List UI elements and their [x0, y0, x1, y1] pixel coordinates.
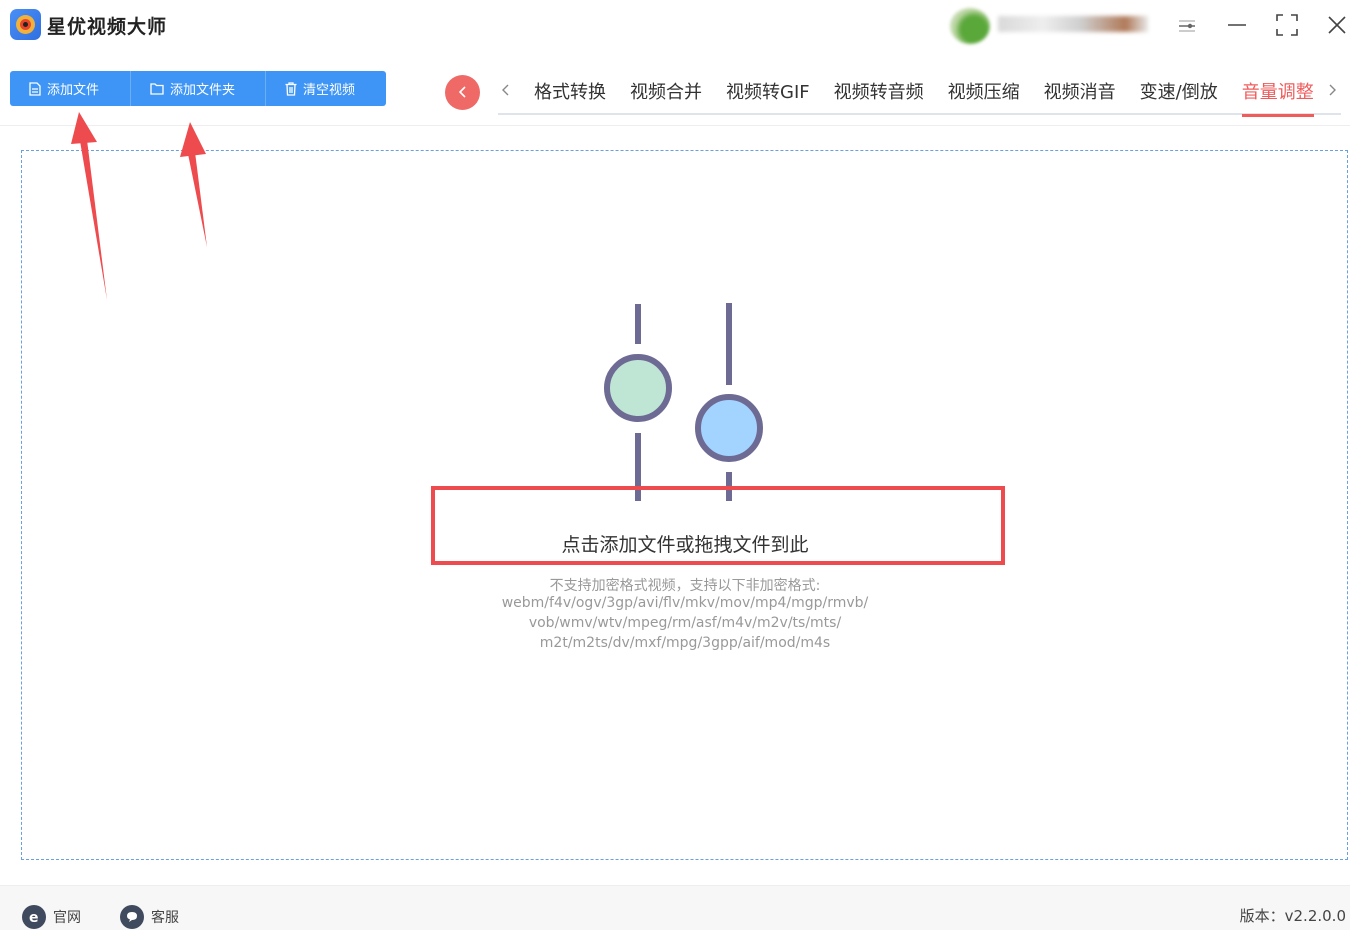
clear-videos-button[interactable]: 清空视频	[266, 71, 386, 106]
format-note: 不支持加密格式视频，支持以下非加密格式:	[549, 578, 821, 594]
clear-videos-label: 清空视频	[303, 83, 356, 98]
app-title: 星优视频大师	[47, 16, 168, 38]
tab-list: 格式转换 视频合并 视频转GIF 视频转音频 视频压缩 视频消音 变速/倒放 音量调整	[522, 70, 1326, 117]
add-folder-button[interactable]: 添加文件夹	[131, 71, 266, 106]
tabs-scroll-left[interactable]	[498, 80, 514, 100]
minimize-icon[interactable]	[1222, 10, 1252, 40]
tab-6[interactable]: 变速/倒放	[1128, 70, 1230, 115]
footer: e 官网 客服 版本：v2.2.0.0	[0, 885, 1350, 930]
close-icon[interactable]	[1322, 10, 1350, 40]
add-file-label: 添加文件	[47, 83, 100, 98]
trash-icon	[285, 81, 297, 96]
chevron-left-icon	[502, 81, 510, 100]
version-label: 版本：v2.2.0.0	[1239, 907, 1346, 925]
drop-prompt[interactable]: 点击添加文件或拖拽文件到此	[0, 530, 1350, 557]
tab-2[interactable]: 视频转GIF	[714, 70, 822, 115]
title-bar: 星优视频大师	[0, 0, 1350, 50]
chevron-right-icon	[1328, 81, 1336, 100]
user-account[interactable]	[950, 6, 1155, 44]
support-label: 客服	[151, 910, 179, 926]
folder-icon	[150, 82, 164, 95]
add-folder-label: 添加文件夹	[170, 83, 236, 98]
svg-text:e: e	[29, 910, 39, 924]
volume-slider-illustration	[604, 303, 763, 501]
settings-icon[interactable]	[1172, 10, 1202, 40]
tab-4[interactable]: 视频压缩	[936, 70, 1032, 115]
file-icon	[29, 81, 41, 96]
tab-1[interactable]: 视频合并	[618, 70, 714, 115]
username-blurred	[998, 16, 1148, 32]
tab-0[interactable]: 格式转换	[522, 70, 618, 115]
header-divider	[0, 125, 1350, 126]
avatar[interactable]	[950, 8, 990, 44]
tabs-scroll-right[interactable]	[1324, 80, 1340, 100]
tab-3[interactable]: 视频转音频	[822, 70, 936, 115]
chevron-left-icon	[458, 83, 468, 102]
collapse-button[interactable]	[445, 75, 480, 110]
website-icon: e	[22, 905, 46, 929]
function-tabs: 格式转换 视频合并 视频转GIF 视频转音频 视频压缩 视频消音 变速/倒放 音量调整	[498, 70, 1341, 117]
support-link[interactable]: 客服	[120, 905, 179, 929]
website-link[interactable]: e 官网	[22, 905, 81, 929]
add-file-button[interactable]: 添加文件	[10, 71, 131, 106]
file-toolbar: 添加文件 添加文件夹 清空视频	[10, 71, 386, 106]
support-icon	[120, 905, 144, 929]
format-list-line-1: webm/f4v/ogv/3gp/avi/flv/mkv/mov/mp4/mgp…	[501, 595, 869, 611]
format-list-line-2: vob/wmv/wtv/mpeg/rm/asf/m4v/m2v/ts/mts/	[528, 615, 842, 631]
tab-5[interactable]: 视频消音	[1032, 70, 1128, 115]
website-label: 官网	[53, 910, 81, 926]
tab-7[interactable]: 音量调整	[1230, 70, 1326, 117]
fullscreen-icon[interactable]	[1272, 10, 1302, 40]
format-list-line-3: m2t/m2ts/dv/mxf/mpg/3gpp/aif/mod/m4s	[539, 635, 831, 651]
app-logo-icon	[10, 9, 41, 40]
